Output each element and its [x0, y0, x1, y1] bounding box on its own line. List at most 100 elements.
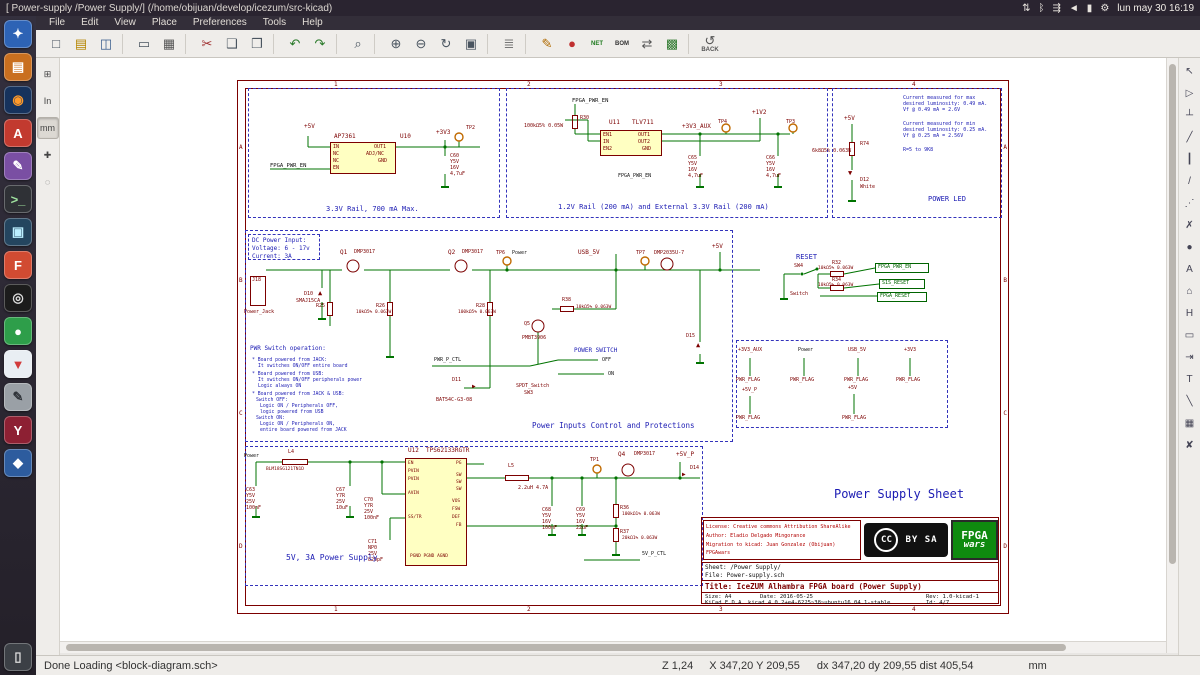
network-icon[interactable]: ⇶ [1053, 3, 1061, 14]
place-junction-button[interactable]: ● [1180, 238, 1199, 257]
bom-button[interactable]: BOM [610, 32, 634, 56]
place-line-button[interactable]: ╲ [1180, 392, 1199, 411]
place-global-label-button[interactable]: ⌂ [1180, 282, 1199, 301]
menu-view[interactable]: View [107, 16, 143, 30]
menu-preferences[interactable]: Preferences [186, 16, 254, 30]
toolbar-button-icon: ▭ [138, 37, 150, 50]
erc-button[interactable]: ● [560, 32, 584, 56]
place-component-button[interactable]: ▷ [1180, 84, 1199, 103]
hierarchy-navigator-button[interactable]: ≣ [497, 32, 521, 56]
vertical-scrollbar-thumb[interactable] [1169, 64, 1176, 564]
launcher-text-editor[interactable]: ✎ [4, 383, 32, 411]
schematic-text: GND [378, 159, 387, 165]
cursor-shape-button[interactable]: ✚ [37, 144, 59, 166]
toolbar-button[interactable] [374, 34, 380, 54]
netlist-button[interactable]: NET [585, 32, 609, 56]
schematic-text: U11 [609, 120, 620, 127]
input-method-icon[interactable]: ⇅ [1022, 3, 1030, 14]
launcher-files[interactable]: ▤ [4, 53, 32, 81]
schematic-box [613, 504, 619, 518]
horizontal-scrollbar-thumb[interactable] [66, 644, 1066, 651]
place-text-button[interactable]: T [1180, 370, 1199, 389]
launcher-wine[interactable]: Y [4, 416, 32, 444]
place-net-label-button[interactable]: A [1180, 260, 1199, 279]
find-button[interactable]: ⌕ [346, 32, 370, 56]
schematic-text: R28 [476, 304, 485, 310]
status-bar: Done Loading <block-diagram.sch> Z 1,24 … [36, 655, 1200, 675]
clock[interactable]: lun may 30 16:19 [1117, 3, 1194, 14]
vertical-scrollbar[interactable] [1166, 58, 1178, 653]
print-button[interactable]: ▦ [157, 32, 181, 56]
menu-tools[interactable]: Tools [256, 16, 293, 30]
toolbar-button[interactable] [688, 34, 694, 54]
schematic-text: D15 [686, 334, 695, 340]
toolbar-button[interactable] [122, 34, 128, 54]
cut-button[interactable]: ✂ [195, 32, 219, 56]
import-sheet-pin-button[interactable]: ⇥ [1180, 348, 1199, 367]
toolbar-button[interactable] [336, 34, 342, 54]
launcher-screenshot[interactable]: ◎ [4, 284, 32, 312]
assign-footprints-button[interactable]: ⇄ [635, 32, 659, 56]
zoom-in-button[interactable]: ⊕ [384, 32, 408, 56]
place-power-port-button[interactable]: ┴ [1180, 106, 1199, 125]
menu-place[interactable]: Place [145, 16, 184, 30]
schematic-canvas[interactable]: 1234 1234 ABCD ABCD +5VAP7361U10FPGA_PWR… [60, 58, 1166, 641]
delete-item-button[interactable]: ✘ [1180, 436, 1199, 455]
leave-sheet-button[interactable]: ↺ BACK [698, 32, 722, 56]
redo-button[interactable]: ↷ [308, 32, 332, 56]
hidden-pins-button[interactable]: ◌ [37, 171, 59, 193]
volume-icon[interactable]: ◄ [1069, 3, 1079, 14]
session-gear-icon[interactable]: ⚙ [1100, 3, 1109, 14]
page-settings-button[interactable]: ▭ [132, 32, 156, 56]
launcher-software[interactable]: ● [4, 317, 32, 345]
menu-file[interactable]: File [42, 16, 72, 30]
launcher-maps[interactable]: ▼ [4, 350, 32, 378]
launcher-trash[interactable]: ▯ [4, 643, 32, 671]
launcher-file-manager[interactable]: ▣ [4, 218, 32, 246]
launcher-paint[interactable]: ✎ [4, 152, 32, 180]
toolbar-button[interactable] [487, 34, 493, 54]
save-button[interactable]: ◫ [94, 32, 118, 56]
zoom-redraw-button[interactable]: ↻ [434, 32, 458, 56]
copy-button[interactable]: ❑ [220, 32, 244, 56]
launcher-terminal[interactable]: >_ [4, 185, 32, 213]
horizontal-scrollbar[interactable] [60, 641, 1166, 653]
paste-button[interactable]: ❒ [245, 32, 269, 56]
open-schematic-button[interactable]: ▤ [69, 32, 93, 56]
place-wire-button[interactable]: ╱ [1180, 128, 1199, 147]
toolbar-button[interactable] [525, 34, 531, 54]
place-sheet-button[interactable]: ▭ [1180, 326, 1199, 345]
place-bus-button[interactable]: ┃ [1180, 150, 1199, 169]
units-inches-button[interactable]: In [37, 90, 59, 112]
place-no-connect-button[interactable]: ✗ [1180, 216, 1199, 235]
new-schematic-button[interactable]: □ [44, 32, 68, 56]
schematic-box [506, 88, 828, 218]
schematic-text: Switch ON: [256, 416, 285, 421]
launcher-cube[interactable]: ◆ [4, 449, 32, 477]
units-mm-button[interactable]: mm [37, 117, 59, 139]
toolbar-button[interactable] [273, 34, 279, 54]
launcher-firefox[interactable]: ◉ [4, 86, 32, 114]
cancel-tool-button[interactable]: ↖ [1180, 62, 1199, 81]
bus-to-bus-entry-button[interactable]: ⋰ [1180, 194, 1199, 213]
toolbar-button[interactable] [185, 34, 191, 54]
grid-toggle-button[interactable]: ⊞ [37, 63, 59, 85]
menu-edit[interactable]: Edit [74, 16, 105, 30]
zoom-fit-button[interactable]: ▣ [459, 32, 483, 56]
zoom-out-button[interactable]: ⊖ [409, 32, 433, 56]
battery-icon[interactable]: ▮ [1087, 3, 1093, 14]
wire-to-bus-entry-button[interactable]: / [1180, 172, 1199, 191]
place-hierarchical-label-button[interactable]: H [1180, 304, 1199, 323]
schematic-text: 100nF [246, 506, 261, 512]
schematic-text: Logic ON / Peripherals ON, [260, 422, 335, 427]
launcher-app-a[interactable]: A [4, 119, 32, 147]
run-pcbnew-button[interactable]: ▩ [660, 32, 684, 56]
annotate-button[interactable]: ✎ [535, 32, 559, 56]
bluetooth-icon[interactable]: ᛒ [1039, 3, 1045, 14]
undo-button[interactable]: ↶ [283, 32, 307, 56]
menu-help[interactable]: Help [295, 16, 330, 30]
launcher-dash[interactable]: ✦ [4, 20, 32, 48]
launcher-app-f[interactable]: F [4, 251, 32, 279]
place-bitmap-button[interactable]: ▦ [1180, 414, 1199, 433]
schematic-text: OUT2 [638, 140, 650, 146]
